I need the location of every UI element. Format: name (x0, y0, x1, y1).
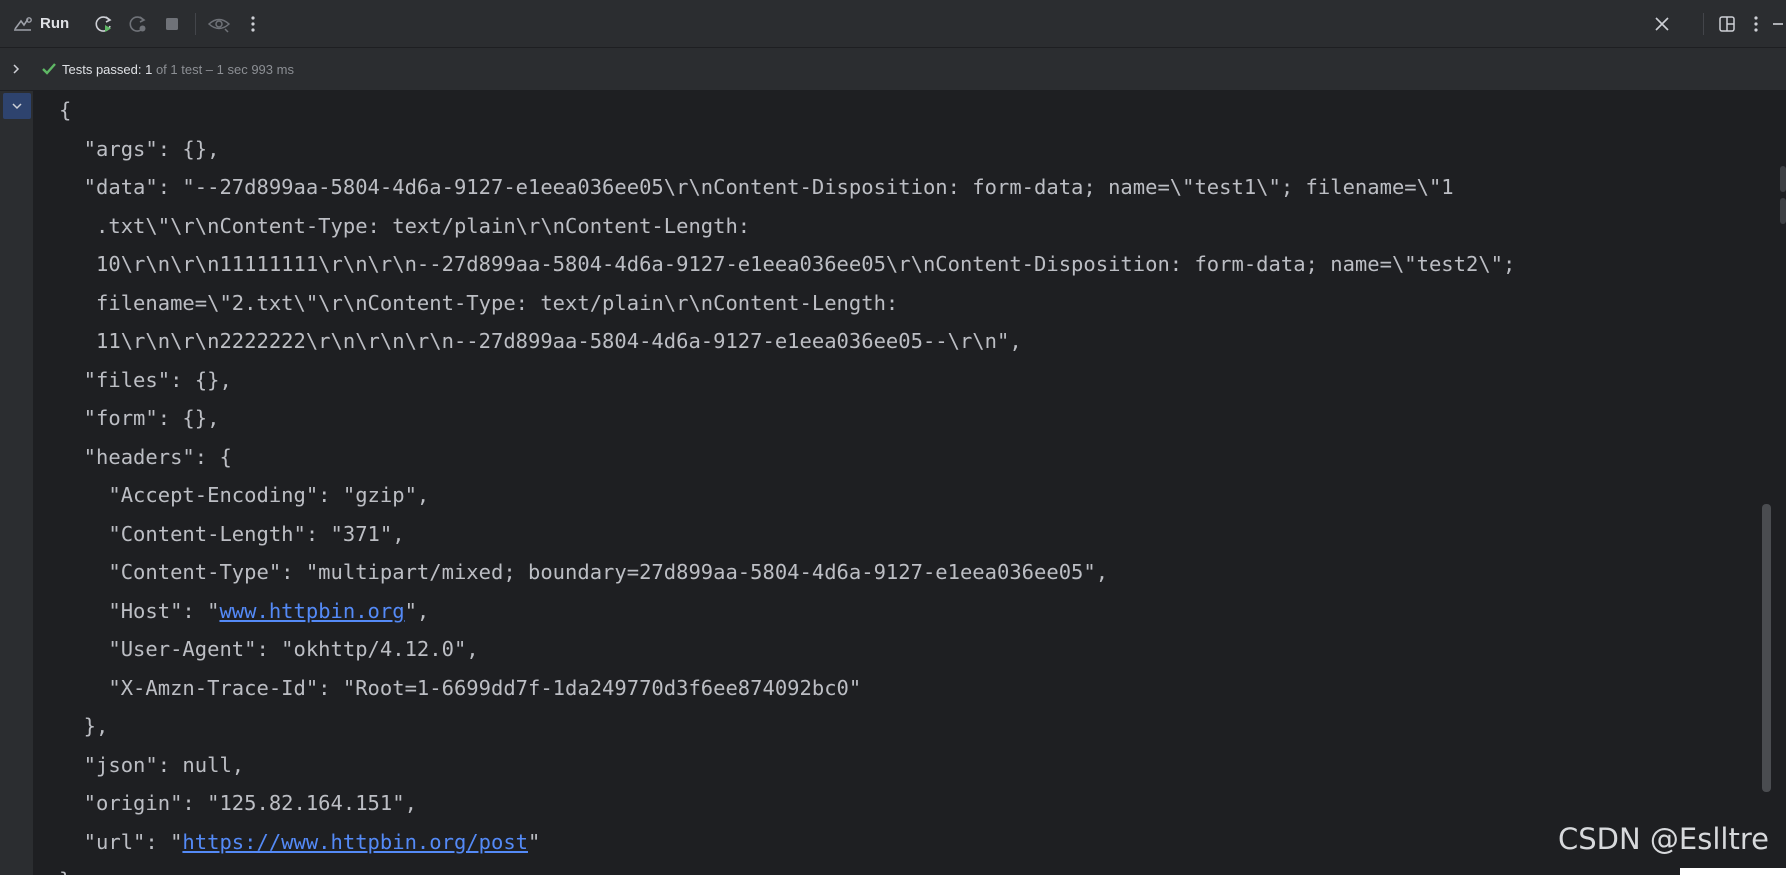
rerun-failed-icon[interactable] (121, 7, 155, 41)
preview-icon[interactable] (202, 7, 236, 41)
run-tab-label: Run (40, 15, 70, 32)
stop-icon[interactable] (155, 7, 189, 41)
chevron-right-icon[interactable] (2, 55, 30, 83)
console-line: "data": "--27d899aa-5804-4d6a-9127-e1eea… (59, 175, 1454, 199)
console-line: .txt\"\r\nContent-Type: text/plain\r\nCo… (59, 213, 751, 238)
console-line: "url": "https://www.httpbin.org/post" (59, 823, 1515, 862)
options-more-icon[interactable] (1744, 7, 1768, 41)
console-line: "json": null, (59, 752, 245, 777)
console-line: filename=\"2.txt\"\r\nContent-Type: text… (59, 290, 899, 315)
console-text: ", (404, 598, 430, 623)
console-line: { (59, 98, 72, 122)
test-status-text: Tests passed: 1 of 1 test – 1 sec 993 ms (62, 62, 294, 77)
console-line: "Host": "www.httpbin.org", (59, 592, 1515, 631)
scroll-marker (1780, 198, 1786, 224)
console-text: "Host": " (59, 598, 220, 623)
test-tree-node[interactable] (3, 93, 31, 119)
tests-detail: of 1 test – 1 sec 993 ms (152, 61, 294, 77)
test-tree-gutter (0, 91, 33, 875)
corner-overlay (1680, 868, 1786, 875)
console-link[interactable]: https://www.httpbin.org/post (182, 830, 528, 854)
console-line: "form": {}, (59, 406, 220, 430)
tests-passed-label: Tests passed: 1 (62, 61, 153, 77)
console-output[interactable]: { "args": {}, "data": "--27d899aa-5804-4… (33, 91, 1763, 875)
console-line: "args": {}, (59, 136, 220, 161)
console-line: "headers": { (59, 444, 232, 469)
scrollbar-thumb[interactable] (1762, 504, 1771, 792)
run-toolbar: Run (0, 0, 1786, 48)
watermark: CSDN @Eslltre (1558, 822, 1769, 856)
console-line: "files": {}, (59, 367, 232, 392)
console-line: "X-Amzn-Trace-Id": "Root=1-6699dd7f-1da2… (59, 675, 862, 700)
run-tool-window-icon (12, 13, 34, 35)
console-line: "Content-Type": "multipart/mixed; bounda… (59, 560, 1109, 584)
json-response: { "args": {}, "data": "--27d899aa-5804-4… (59, 91, 1515, 875)
console-line: 10\r\n\r\n11111111\r\n\r\n--27d899aa-580… (59, 252, 1516, 276)
close-icon[interactable] (1645, 7, 1679, 41)
scroll-marker (1780, 166, 1786, 192)
console-line: "origin": "125.82.164.151", (59, 791, 417, 815)
toolbar-divider-right (1703, 13, 1704, 35)
rerun-icon[interactable] (87, 7, 121, 41)
more-vertical-icon[interactable] (236, 7, 270, 41)
run-tab[interactable]: Run (0, 0, 87, 47)
console-text: " (528, 829, 541, 854)
minimize-icon[interactable] (1768, 7, 1786, 41)
check-icon (40, 60, 58, 78)
console-text: "url": " (59, 829, 183, 854)
console-line: "User-Agent": "okhttp/4.12.0", (59, 637, 479, 661)
console-line: "Content-Length": "371", (59, 521, 405, 546)
toolbar-right (1645, 0, 1786, 48)
toolbar-divider (195, 12, 197, 35)
console-line: "Accept-Encoding": "gzip", (59, 483, 430, 507)
console-line: } (59, 861, 1515, 875)
test-status-bar: Tests passed: 1 of 1 test – 1 sec 993 ms (0, 48, 1786, 91)
console-line: 11\r\n\r\n2222222\r\n\r\n\r\n--27d899aa-… (59, 329, 1022, 353)
chevron-down-icon (11, 101, 23, 111)
console-line: }, (59, 714, 109, 738)
toolbar-left: Run (0, 0, 270, 47)
layout-icon[interactable] (1710, 7, 1744, 41)
console-link[interactable]: www.httpbin.org (219, 599, 404, 623)
